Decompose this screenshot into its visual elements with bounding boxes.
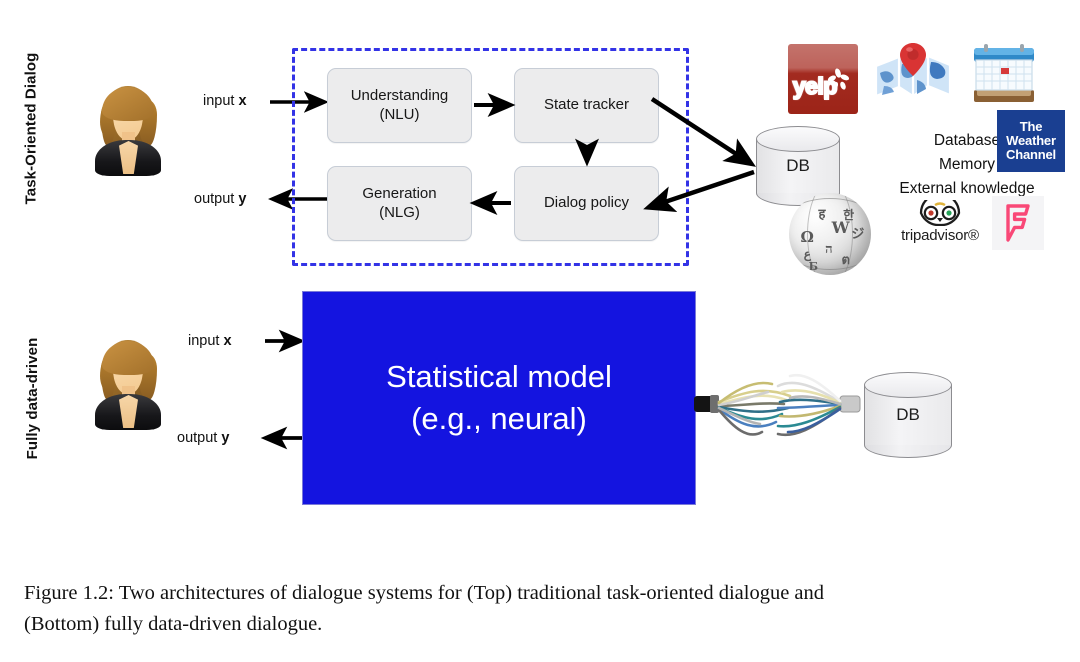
wikipedia-glyph-cy: Б <box>808 260 819 274</box>
wikipedia-globe-logo[interactable]: Ω W ジ ה ع ต ह 한 Б <box>789 193 871 275</box>
calendar-logo[interactable] <box>968 42 1040 112</box>
yelp-tile: yelp <box>788 44 858 114</box>
tripadvisor-wordmark: tripadvisor® <box>901 227 979 244</box>
wikipedia-glyph-th: ต <box>841 252 850 268</box>
figure-canvas: Task-Oriented Dialog input x output y Un… <box>0 0 1080 662</box>
calendar-icon <box>974 44 1034 102</box>
statistical-model-text: Statistical model (e.g., neural) <box>386 356 612 440</box>
wikipedia-glyph-he: ה <box>825 241 833 257</box>
foursquare-logo[interactable] <box>992 196 1044 250</box>
avatar-hair-front <box>102 341 154 375</box>
label-task-oriented-dialog: Task-Oriented Dialog <box>22 52 40 205</box>
tripadvisor-owl-icon <box>919 200 961 226</box>
tripadvisor-logo[interactable]: tripadvisor® <box>885 200 995 244</box>
bottom-io-arrows <box>260 329 306 450</box>
weather-channel-line3: Channel <box>1006 147 1056 163</box>
db-cylinder-bottom[interactable]: DB <box>864 372 952 458</box>
weather-channel-line2: Weather <box>1006 132 1056 148</box>
user-avatar-top <box>92 84 164 179</box>
weather-channel-logo[interactable]: The Weather Channel <box>997 110 1065 172</box>
avatar-hair-front <box>102 87 154 121</box>
statistical-model-line1: Statistical model <box>386 359 612 395</box>
wikipedia-glyph-ja: ジ <box>851 226 865 242</box>
figure-caption-line2: (Bottom) fully data-driven dialogue. <box>24 613 323 636</box>
yelp-logo[interactable]: yelp <box>788 44 858 114</box>
wikipedia-globe: Ω W ジ ה ع ต ह 한 Б <box>789 193 871 275</box>
db-cylinder-bottom-label: DB <box>896 405 920 424</box>
label-fully-data-driven: Fully data-driven <box>24 337 41 460</box>
map-logo[interactable] <box>872 40 954 112</box>
cable-bundle-svg <box>694 373 861 437</box>
wikipedia-glyph-omega: Ω <box>800 228 814 247</box>
foursquare-tile <box>992 196 1044 250</box>
figure-caption: Figure 1.2: Two architectures of dialogu… <box>24 578 1064 640</box>
weather-channel-tile: The Weather Channel <box>997 110 1065 172</box>
map-icon <box>874 43 952 98</box>
yelp-burst-icon <box>827 68 850 91</box>
foursquare-icon <box>1006 204 1030 242</box>
wikipedia-glyph-hi: ह <box>818 207 826 223</box>
user-avatar-bottom <box>92 338 164 433</box>
cable-bundle <box>694 358 864 462</box>
figure-caption-line1: Figure 1.2: Two architectures of dialogu… <box>24 582 825 604</box>
statistical-model-line2: (e.g., neural) <box>411 401 587 436</box>
weather-channel-line1: The <box>1019 118 1043 134</box>
wikipedia-glyph-ar: ع <box>803 247 811 262</box>
wikipedia-glyph-ko: 한 <box>843 208 855 223</box>
statistical-model-box[interactable]: Statistical model (e.g., neural) <box>302 291 696 505</box>
